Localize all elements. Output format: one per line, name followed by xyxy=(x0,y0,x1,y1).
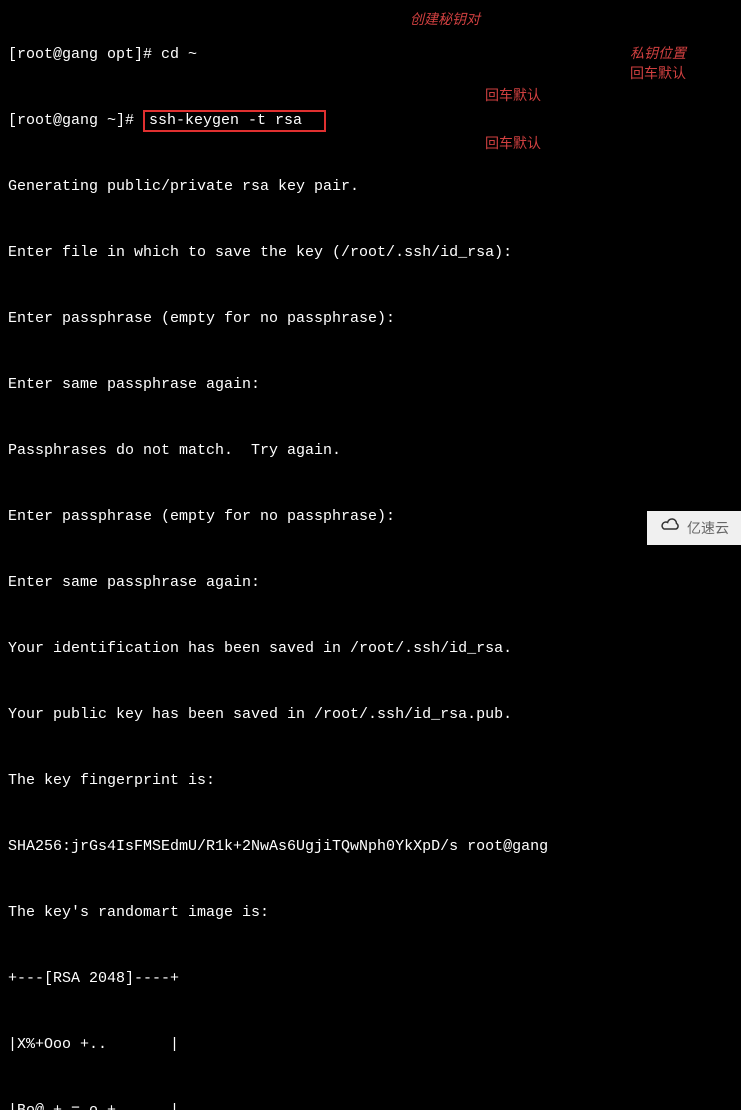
randomart-line: |Bo@.+ = o + | xyxy=(8,1100,733,1110)
terminal-line: Passphrases do not match. Try again. xyxy=(8,440,733,462)
cloud-icon xyxy=(659,517,681,539)
terminal-line: [root@gang opt]# cd ~ xyxy=(8,44,733,66)
terminal-line: Enter same passphrase again: xyxy=(8,572,733,594)
terminal-line: [root@gang ~]# ssh-keygen -t rsa xyxy=(8,110,733,132)
terminal-line: Enter passphrase (empty for no passphras… xyxy=(8,308,733,330)
randomart-line: |X%+Ooo +.. | xyxy=(8,1034,733,1056)
annotation-enter-default: 回车默认 xyxy=(485,84,541,106)
terminal-line: The key's randomart image is: xyxy=(8,902,733,924)
watermark-badge: 亿速云 xyxy=(647,511,741,545)
terminal-line: The key fingerprint is: xyxy=(8,770,733,792)
terminal-line: Enter passphrase (empty for no passphras… xyxy=(8,506,733,528)
terminal-line: Your identification has been saved in /r… xyxy=(8,638,733,660)
terminal-line: Generating public/private rsa key pair. xyxy=(8,176,733,198)
terminal-output[interactable]: [root@gang opt]# cd ~ [root@gang ~]# ssh… xyxy=(0,0,741,1110)
terminal-line: SHA256:jrGs4IsFMSEdmU/R1k+2NwAs6UgjiTQwN… xyxy=(8,836,733,858)
terminal-line: Enter same passphrase again: xyxy=(8,374,733,396)
highlighted-command: ssh-keygen -t rsa xyxy=(143,110,326,132)
annotation-create-keypair: 创建秘钥对 xyxy=(410,8,480,30)
terminal-line: Your public key has been saved in /root/… xyxy=(8,704,733,726)
annotation-enter-default: 回车默认 xyxy=(485,132,541,154)
annotation-private-key-location: 私钥位置 xyxy=(630,42,686,64)
terminal-line: Enter file in which to save the key (/ro… xyxy=(8,242,733,264)
annotation-enter-default: 回车默认 xyxy=(630,62,686,84)
randomart-line: +---[RSA 2048]----+ xyxy=(8,968,733,990)
watermark-text: 亿速云 xyxy=(687,517,729,539)
shell-prompt: [root@gang ~]# xyxy=(8,112,143,129)
